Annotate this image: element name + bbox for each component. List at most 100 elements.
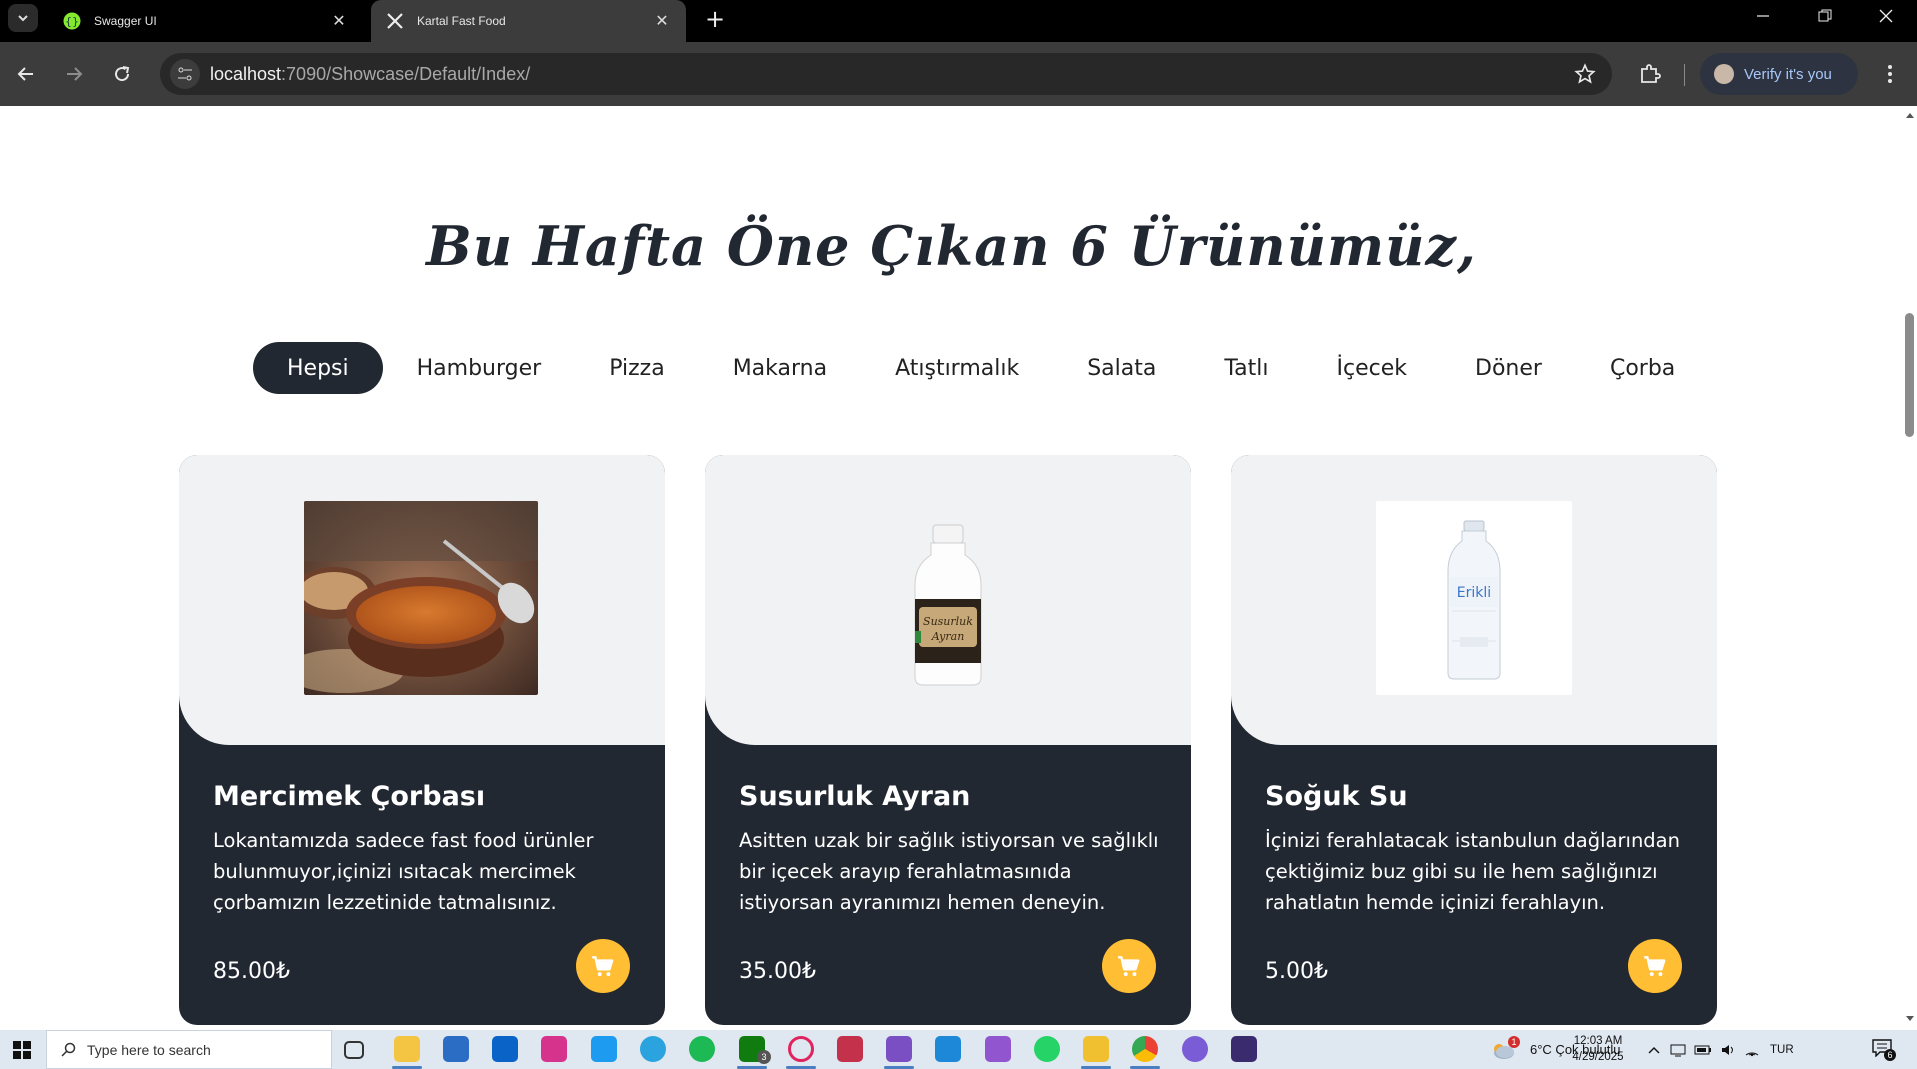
scroll-down-arrow-icon[interactable] [1903,1012,1917,1026]
browser-menu-button[interactable] [1874,58,1906,90]
close-window-button[interactable] [1858,0,1914,32]
language-indicator[interactable]: TUR [1770,1044,1794,1056]
close-icon [1879,9,1893,23]
page-scrollbar[interactable] [1903,106,1917,1030]
taskbar-clock[interactable]: 12:03 AM 4/29/2025 [1553,1033,1643,1065]
product-image-area: Erikli [1231,455,1717,745]
browser-tab-strip: {} Swagger UI ✕ Kartal Fast Food ✕ + [0,0,1917,42]
ayran-bottle-photo: Susurluk Ayran [903,501,993,695]
visual-studio-preview-icon[interactable] [985,1036,1011,1062]
tab-search-button[interactable] [8,4,38,32]
scroll-up-arrow-icon[interactable] [1903,108,1917,122]
tor-browser-icon[interactable] [1182,1036,1208,1062]
extensions-button[interactable] [1634,58,1666,90]
water-label: Erikli [1457,585,1491,601]
reload-button[interactable] [106,58,138,90]
chevron-down-icon [18,15,28,22]
notifications-button[interactable]: 6 [1872,1039,1896,1061]
back-button[interactable] [10,58,42,90]
verify-identity-button[interactable]: Verify it's you [1700,53,1858,95]
chrome-icon[interactable] [1132,1036,1158,1062]
ayran-label-line1: Susurluk [923,615,973,628]
product-card: Mercimek Çorbası Lokantamızda sadece fas… [179,455,665,1025]
minimize-button[interactable] [1735,0,1791,32]
chevron-up-icon[interactable] [1648,1046,1660,1054]
reload-icon [115,66,130,82]
url-text: localhost:7090/Showcase/Default/Index/ [210,64,530,85]
lentil-soup-photo [304,501,538,695]
tab-title: Swagger UI [94,14,157,28]
svg-text:{}: {} [65,15,79,28]
filter-corba[interactable]: Çorba [1576,342,1709,394]
close-icon[interactable]: ✕ [329,11,349,31]
twitter-icon[interactable] [591,1036,617,1062]
filter-makarna[interactable]: Makarna [699,342,861,394]
clock-time: 12:03 AM [1573,1035,1623,1047]
new-tab-button[interactable]: + [700,4,730,34]
app-window-icon[interactable] [1231,1036,1257,1062]
system-tray: TUR [1648,1030,1794,1069]
forward-button[interactable] [58,58,90,90]
section-heading: Bu Hafta Öne Çıkan 6 Ürünümüz, [426,214,1477,278]
filter-icecek[interactable]: İçecek [1303,342,1442,394]
wifi-icon[interactable] [1744,1043,1760,1057]
windows-taskbar: Type here to search 3 1 6°C Çok bulutlu … [0,1030,1917,1069]
add-to-cart-button[interactable] [1102,939,1156,993]
shopping-cart-icon [1644,956,1666,977]
taskbar-search[interactable]: Type here to search [46,1030,332,1069]
network-icon[interactable] [1670,1043,1686,1057]
restore-button[interactable] [1797,0,1853,32]
swagger-icon: {} [62,11,82,31]
arrow-right-icon [67,67,83,81]
url-host: localhost [210,64,282,84]
product-name: Susurluk Ayran [739,781,971,812]
address-bar[interactable]: localhost:7090/Showcase/Default/Index/ [160,53,1612,95]
outlook-icon[interactable] [492,1036,518,1062]
task-view-icon[interactable] [344,1041,364,1059]
tab-kartal-fast-food[interactable]: Kartal Fast Food ✕ [371,0,686,42]
file-explorer-icon[interactable] [394,1036,420,1062]
bookmark-star-icon[interactable] [1574,63,1596,85]
minimize-icon [1757,15,1769,17]
telegram-icon[interactable] [640,1036,666,1062]
battery-icon[interactable] [1694,1044,1712,1056]
filter-pizza[interactable]: Pizza [575,342,698,394]
filter-atistirmalik[interactable]: Atıştırmalık [861,342,1053,394]
tab-swagger[interactable]: {} Swagger UI ✕ [48,0,363,42]
url-path: :7090/Showcase/Default/Index/ [281,64,531,84]
paint-icon[interactable] [1083,1036,1109,1062]
shopping-cart-icon [1118,956,1140,977]
opera-icon[interactable] [788,1036,814,1062]
microsoft-store-icon[interactable] [443,1036,469,1062]
product-price: 5.00₺ [1265,959,1328,984]
site-info-icon[interactable] [170,59,200,89]
close-icon[interactable]: ✕ [652,11,672,31]
start-button[interactable] [0,1030,44,1069]
instagram-icon[interactable] [541,1036,567,1062]
puzzle-icon [1641,64,1661,83]
scrollbar-thumb[interactable] [1905,313,1914,437]
visual-studio-icon[interactable] [886,1036,912,1062]
whatsapp-icon[interactable] [1034,1036,1060,1062]
restore-icon [1818,9,1832,22]
product-name: Soğuk Su [1265,781,1408,812]
notification-count: 6 [1884,1049,1896,1061]
vscode-icon[interactable] [935,1036,961,1062]
category-filters: Hepsi Hamburger Pizza Makarna Atıştırmal… [253,342,1709,394]
tab-title: Kartal Fast Food [417,14,506,28]
filter-salata[interactable]: Salata [1053,342,1190,394]
filter-tatli[interactable]: Tatlı [1190,342,1302,394]
volume-icon[interactable] [1720,1043,1736,1057]
add-to-cart-button[interactable] [576,939,630,993]
filter-hepsi[interactable]: Hepsi [253,342,383,394]
filter-hamburger[interactable]: Hamburger [383,342,576,394]
water-bottle-photo: Erikli [1376,501,1572,695]
toolbar-separator [1684,64,1685,86]
filter-doner[interactable]: Döner [1441,342,1576,394]
more-vertical-icon [1888,65,1892,83]
add-to-cart-button[interactable] [1628,939,1682,993]
app-icon[interactable] [837,1036,863,1062]
spotify-icon[interactable] [689,1036,715,1062]
product-description: İçinizi ferahlatacak istanbulun dağların… [1265,829,1680,914]
ayran-label-line2: Ayran [931,630,965,643]
